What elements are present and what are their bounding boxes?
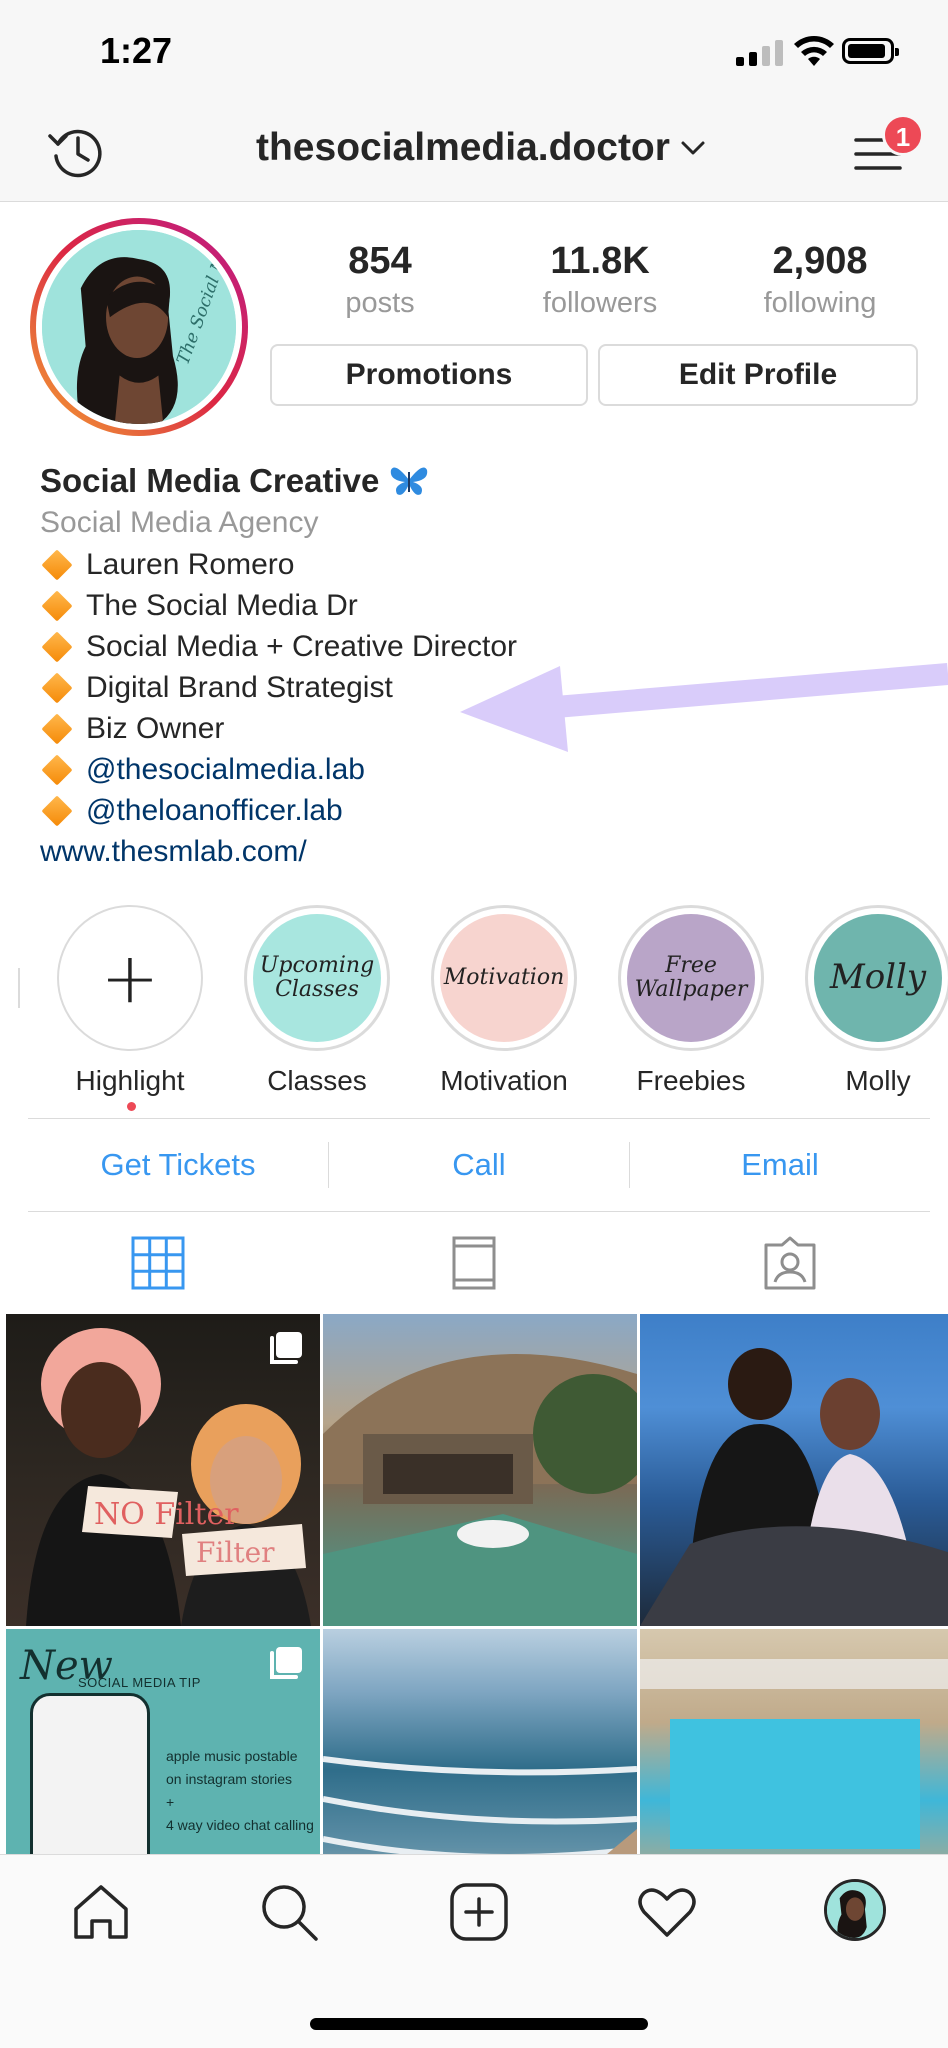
feed-icon (452, 1236, 496, 1290)
get-tickets-button[interactable]: Get Tickets (28, 1142, 329, 1188)
orange-diamond-icon (41, 794, 73, 827)
chevron-down-icon (681, 141, 705, 155)
posts-stat[interactable]: 854 posts (270, 240, 490, 320)
sign-filter: Filter (196, 1536, 275, 1569)
instagram-profile-screen: 1:27 thesocialmedia.doctor 1 The Social … (0, 0, 948, 2048)
archive-history-icon[interactable] (46, 122, 106, 182)
highlight-motivation[interactable]: Motivation Motivation (424, 905, 584, 1097)
website-link[interactable]: www.thesmlab.com/ (40, 831, 920, 873)
bio-line: @theloanofficer.lab (40, 790, 920, 831)
followers-count: 11.8K (550, 240, 650, 282)
highlight-label: Freebies (636, 1065, 746, 1096)
bio-line: The Social Media Dr (40, 585, 920, 626)
post-photo-couple-boat (640, 1348, 948, 1626)
email-button[interactable]: Email (630, 1142, 930, 1188)
search-icon[interactable] (256, 1879, 322, 1945)
display-name-row: Social Media Creative (40, 460, 920, 502)
orange-diamond-icon (41, 712, 73, 745)
mention-link[interactable]: @thesocialmedia.lab (86, 753, 365, 787)
tip-subtitle: SOCIAL MEDIA TIP (78, 1675, 201, 1690)
highlight-label: Highlight (75, 1065, 185, 1096)
tab-grid[interactable] (0, 1212, 316, 1314)
grid-post[interactable] (640, 1314, 948, 1626)
tip-body: apple music postable on instagram storie… (166, 1748, 314, 1833)
following-count: 2,908 (772, 240, 868, 282)
highlight-classes[interactable]: Upcoming Classes Classes (237, 905, 397, 1097)
annotation-arrow-icon (460, 663, 948, 752)
grid-post[interactable]: New SOCIAL MEDIA TIP apple music postabl… (6, 1629, 320, 1854)
username-label: thesocialmedia.doctor (256, 126, 670, 169)
highlight-molly[interactable]: Molly Molly (798, 905, 948, 1097)
followers-label: followers (542, 287, 658, 319)
posts-label: posts (345, 287, 415, 319)
top-nav: thesocialmedia.doctor 1 (0, 100, 948, 202)
status-time: 1:27 (100, 30, 173, 71)
highlight-cover: Molly (814, 914, 942, 1042)
multiple-posts-icon (270, 1332, 302, 1364)
posts-count: 854 (348, 240, 412, 282)
new-highlight-dot (127, 1102, 136, 1111)
grid-post[interactable] (323, 1314, 637, 1626)
tagged-user-icon (764, 1236, 816, 1290)
tab-tagged[interactable] (632, 1212, 948, 1314)
home-icon[interactable] (68, 1879, 134, 1945)
orange-diamond-icon (41, 753, 73, 786)
home-indicator (310, 2018, 648, 2030)
profile-tabs (0, 1212, 948, 1314)
post-photo-beach (323, 1756, 637, 1854)
grid-icon (131, 1236, 185, 1290)
story-highlights: + Highlight Upcoming Classes Classes Mot… (0, 905, 948, 1105)
promotions-button[interactable]: Promotions (270, 344, 588, 406)
orange-diamond-icon (41, 630, 73, 663)
new-post-icon[interactable] (446, 1879, 512, 1945)
post-photo-villa-pool (323, 1354, 637, 1626)
avatar-mini-illustration (827, 1882, 883, 1938)
wifi-icon (794, 36, 834, 66)
highlight-cover: Upcoming Classes (253, 914, 381, 1042)
following-label: following (763, 287, 877, 319)
grid-post[interactable] (640, 1629, 948, 1854)
highlight-freebies[interactable]: Free Wallpaper Freebies (611, 905, 771, 1097)
avatar-illustration: The Social Media DR. (42, 230, 236, 424)
grid-post[interactable] (323, 1629, 637, 1854)
phone-mockup (30, 1693, 150, 1854)
mention-link[interactable]: @theloanofficer.lab (86, 794, 343, 828)
profile-stats: 854 posts 11.8K followers 2,908 followin… (270, 240, 930, 320)
contact-actions: Get Tickets Call Email (28, 1118, 930, 1212)
profile-tab-avatar[interactable] (824, 1879, 886, 1941)
call-button[interactable]: Call (329, 1142, 630, 1188)
heart-icon[interactable] (634, 1879, 700, 1945)
orange-diamond-icon (41, 548, 73, 581)
post-photo-resort-pool (640, 1659, 948, 1849)
highlight-label: Molly (845, 1065, 911, 1096)
sign-no-filter: NO Filter (94, 1497, 239, 1532)
business-category: Social Media Agency (40, 506, 319, 539)
orange-diamond-icon (41, 589, 73, 622)
bio-line: Lauren Romero (40, 544, 920, 585)
grid-post[interactable]: NO Filter Filter (6, 1314, 320, 1626)
account-switcher[interactable]: thesocialmedia.doctor (256, 126, 706, 170)
following-stat[interactable]: 2,908 following (710, 240, 930, 320)
followers-stat[interactable]: 11.8K followers (490, 240, 710, 320)
highlight-cover: Motivation (440, 914, 568, 1042)
status-bar: 1:27 (0, 0, 948, 100)
plus-icon: + (100, 936, 160, 1019)
highlight-label: Classes (267, 1065, 367, 1096)
highlight-label: Motivation (440, 1065, 568, 1096)
multiple-posts-icon (270, 1647, 302, 1679)
tab-feed[interactable] (316, 1212, 632, 1314)
battery-icon (842, 38, 899, 64)
profile-avatar[interactable]: The Social Media DR. (30, 218, 248, 436)
highlight-cover: Free Wallpaper (627, 914, 755, 1042)
orange-diamond-icon (41, 671, 73, 704)
notification-badge: 1 (882, 114, 924, 156)
display-name: Social Media Creative (40, 462, 380, 499)
signal-icon (736, 40, 783, 66)
butterfly-emoji-icon (391, 467, 428, 495)
highlight-new[interactable]: + Highlight (50, 905, 210, 1097)
edit-profile-button[interactable]: Edit Profile (598, 344, 918, 406)
post-grid: NO Filter Filter New SOCIAL MEDIA TIP ap… (6, 1314, 948, 1854)
